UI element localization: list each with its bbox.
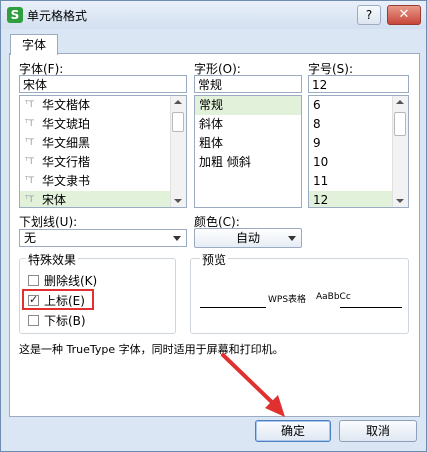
arrow-shaft xyxy=(221,353,281,411)
annotation-arrow-icon xyxy=(221,353,285,417)
tab-font[interactable]: 字体 xyxy=(10,34,58,55)
dialog-window: S 单元格格式 ? ✕ 字体 字体(F): 宋体 ᵀT 华文楷体 ᵀT 华文琥珀 ᵀ… xyxy=(0,0,427,452)
